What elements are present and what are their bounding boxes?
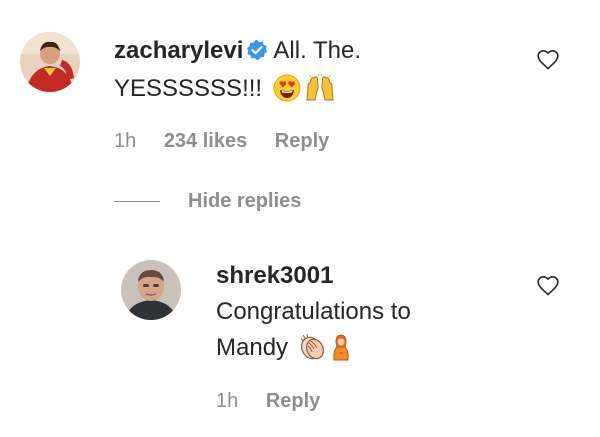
person-emoji-icon [331,333,351,372]
hide-replies-divider [114,201,160,202]
avatar-image [20,32,80,92]
comment-time[interactable]: 1h [114,130,136,152]
like-comment-heart-icon[interactable] [537,49,559,75]
comment-text-line2: YESSSSSS!!! [114,75,263,102]
heart-eyes-emoji-icon [273,74,301,113]
reply-text-line1: Congratulations to [216,298,411,325]
hide-replies-button[interactable]: Hide replies [114,190,301,213]
hide-replies-label: Hide replies [188,190,302,212]
reply-time[interactable]: 1h [216,390,238,412]
comment-text-line1: All. The. [273,37,362,64]
reply-username[interactable]: shrek3001 [216,262,333,289]
avatar-zacharylevi[interactable] [20,32,80,92]
verified-badge-icon [247,35,268,71]
comment-body: zacharylevi All. The. YESSSSSS!!! [114,33,494,113]
avatar-image [121,260,181,320]
comment-username[interactable]: zacharylevi [114,37,243,64]
clapping-hands-emoji-icon [299,333,327,372]
reply-text-line2: Mandy [216,334,289,361]
reply-body: shrek3001 Congratulations to Mandy [216,258,516,372]
avatar-shrek3001[interactable] [121,260,181,320]
raising-hands-emoji-icon [305,73,335,113]
comment-meta: 1h 234 likes Reply [114,129,351,153]
comment-reply-button[interactable]: Reply [275,130,329,152]
reply-meta: 1h Reply [216,389,342,413]
comment-likes[interactable]: 234 likes [164,130,247,152]
reply-reply-button[interactable]: Reply [266,390,320,412]
like-reply-heart-icon[interactable] [537,275,559,301]
